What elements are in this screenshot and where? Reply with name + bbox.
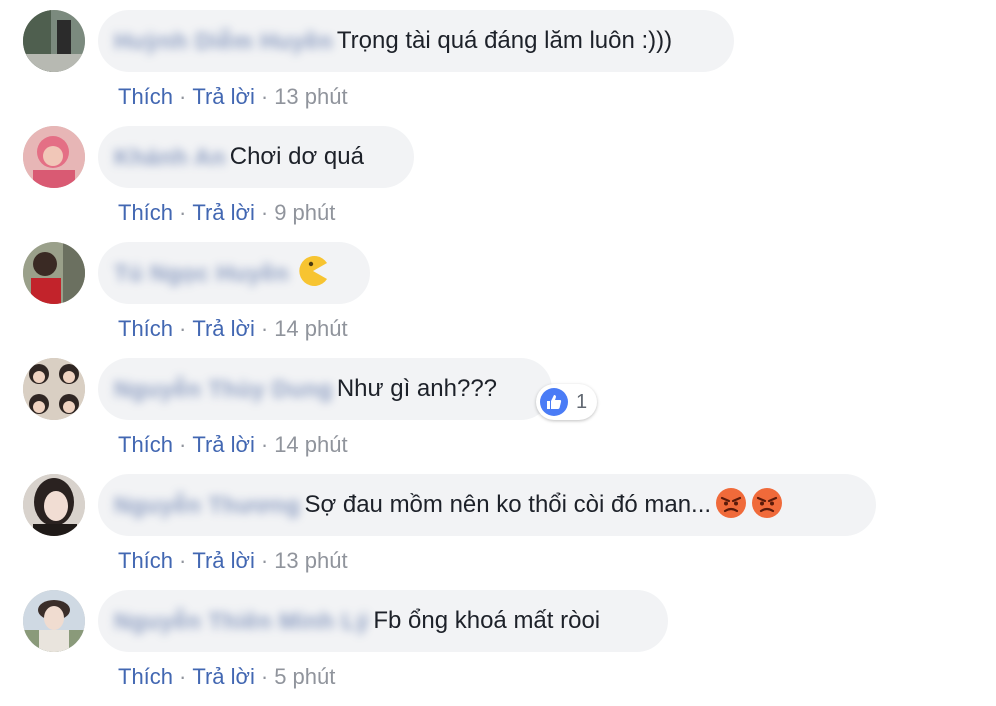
- comment-item: Nguyễn Thương Sợ đau mồm nên ko thổi còi…: [0, 474, 996, 590]
- like-link[interactable]: Thích: [118, 432, 173, 457]
- separator-dot: ·: [260, 200, 269, 225]
- comment-actions: Thích · Trả lời · 14 phút: [118, 316, 348, 342]
- separator-dot: ·: [260, 84, 269, 109]
- comment-item: Nguyễn Thùy Dung Như gì anh??? 1 Thích · T…: [0, 358, 996, 474]
- avatar[interactable]: [23, 10, 85, 72]
- reply-link[interactable]: Trả lời: [192, 84, 255, 109]
- comment-bubble: Nguyễn Thùy Dung Như gì anh???: [98, 358, 552, 420]
- separator-dot: ·: [260, 664, 269, 689]
- like-icon: [540, 388, 568, 416]
- reply-link[interactable]: Trả lời: [192, 664, 255, 689]
- separator-dot: ·: [260, 432, 269, 457]
- separator-dot: ·: [260, 316, 269, 341]
- avatar[interactable]: [23, 242, 85, 304]
- comment-bubble: Khánh An Chơi dơ quá: [98, 126, 414, 188]
- separator-dot: ·: [179, 664, 187, 689]
- angry-face-emoji: [715, 487, 747, 524]
- comment-actions: Thích · Trả lời · 14 phút: [118, 432, 348, 458]
- angry-face-emoji: [751, 487, 783, 524]
- comment-bubble: Nguyễn Thương Sợ đau mồm nên ko thổi còi…: [98, 474, 876, 536]
- comment-bubble: Tú Ngọc Huyền: [98, 242, 370, 304]
- comment-item: Nguyễn Thiên Minh Lý Fb ổng khoá mất ròo…: [0, 590, 996, 706]
- comment-bubble: Huỳnh Diễm Huyền Trọng tài quá đáng lăm …: [98, 10, 734, 72]
- avatar[interactable]: [23, 590, 85, 652]
- author-name[interactable]: Nguyễn Thiên Minh Lý: [114, 608, 369, 635]
- like-link[interactable]: Thích: [118, 664, 173, 689]
- separator-dot: ·: [260, 548, 269, 573]
- separator-dot: ·: [179, 432, 187, 457]
- separator-dot: ·: [179, 200, 187, 225]
- comment-time[interactable]: 13 phút: [274, 84, 347, 109]
- comment-text: Trọng tài quá đáng lăm luôn :))): [336, 27, 673, 54]
- pacman-face-emoji: [297, 255, 329, 292]
- separator-dot: ·: [179, 548, 187, 573]
- like-link[interactable]: Thích: [118, 316, 173, 341]
- comment-time[interactable]: 13 phút: [274, 548, 347, 573]
- comment-time[interactable]: 14 phút: [274, 316, 347, 341]
- comment-item: Khánh An Chơi dơ quá Thích · Trả lời · 9 phú…: [0, 126, 996, 242]
- reaction-count: 1: [576, 390, 588, 413]
- reply-link[interactable]: Trả lời: [192, 548, 255, 573]
- comment-time[interactable]: 5 phút: [274, 664, 335, 689]
- like-link[interactable]: Thích: [118, 548, 173, 573]
- avatar[interactable]: [23, 474, 85, 536]
- reaction-summary[interactable]: 1: [536, 384, 598, 420]
- comment-item: Huỳnh Diễm Huyền Trọng tài quá đáng lăm …: [0, 10, 996, 126]
- like-link[interactable]: Thích: [118, 84, 173, 109]
- author-name[interactable]: Tú Ngọc Huyền: [114, 260, 289, 287]
- reply-link[interactable]: Trả lời: [192, 200, 255, 225]
- comment-actions: Thích · Trả lời · 5 phút: [118, 664, 335, 690]
- comment-bubble: Nguyễn Thiên Minh Lý Fb ổng khoá mất ròo…: [98, 590, 668, 652]
- comment-text: Sợ đau mồm nên ko thổi còi đó man...: [304, 491, 712, 518]
- comment-text: Chơi dơ quá: [229, 143, 364, 170]
- reply-link[interactable]: Trả lời: [192, 432, 255, 457]
- separator-dot: ·: [179, 84, 187, 109]
- comment-actions: Thích · Trả lời · 13 phút: [118, 84, 348, 110]
- reply-link[interactable]: Trả lời: [192, 316, 255, 341]
- like-link[interactable]: Thích: [118, 200, 173, 225]
- author-name[interactable]: Huỳnh Diễm Huyền: [114, 28, 333, 55]
- comment-text: Như gì anh???: [336, 375, 498, 402]
- author-name[interactable]: Khánh An: [114, 144, 226, 171]
- comment-time[interactable]: 14 phút: [274, 432, 347, 457]
- comment-text: Fb ổng khoá mất ròoi: [373, 607, 601, 634]
- comment-actions: Thích · Trả lời · 9 phút: [118, 200, 335, 226]
- avatar[interactable]: [23, 358, 85, 420]
- author-name[interactable]: Nguyễn Thương: [114, 492, 300, 519]
- comment-item: Tú Ngọc Huyền Thích · Trả lời · 14 phút: [0, 242, 996, 358]
- comment-actions: Thích · Trả lời · 13 phút: [118, 548, 348, 574]
- author-name[interactable]: Nguyễn Thùy Dung: [114, 376, 333, 403]
- comment-time[interactable]: 9 phút: [274, 200, 335, 225]
- avatar[interactable]: [23, 126, 85, 188]
- separator-dot: ·: [179, 316, 187, 341]
